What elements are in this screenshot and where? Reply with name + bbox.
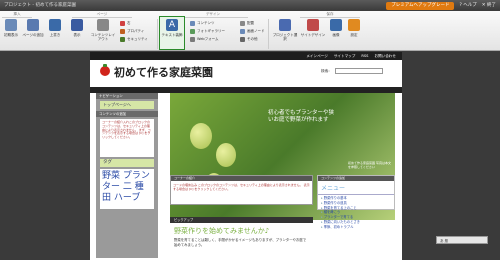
- image-icon: [330, 19, 342, 31]
- ribbon-toolbar: 挿入 ページ デザイン 保存 初期表示 ページの追加 上書き 表示 コンテンツレ…: [0, 11, 500, 51]
- corner-intro-body: コードの埋め込み このブロックのコンテンツは、セキュリティ上の理由により表示され…: [173, 183, 310, 191]
- group-label-page: ページ: [72, 12, 132, 18]
- sidebar-item-top[interactable]: トップページへ: [100, 101, 154, 109]
- webform-item[interactable]: Webフォーム: [190, 36, 219, 42]
- feature-title: 野菜作りを始めてみませんか♪: [174, 227, 270, 235]
- preview-icon: [5, 19, 17, 31]
- menu-title: メニュー: [318, 181, 394, 195]
- display-icon: [71, 19, 83, 31]
- project-select-button[interactable]: プロジェクト選択: [272, 19, 298, 41]
- group-label-insert: 挿入: [2, 12, 32, 18]
- save-icon: [49, 19, 61, 31]
- ime-toolbar[interactable]: あ 般: [436, 236, 488, 244]
- menu-box: コンテンツの追加 メニュー 野菜作りの基本 野菜作りの道具 野菜を育てる上のこと…: [317, 175, 395, 229]
- security-icon: [120, 36, 125, 42]
- overwrite-button[interactable]: 上書き: [46, 19, 64, 37]
- corner-intro-box: コーナーの紹介 コードの埋め込み このブロックのコンテンツは、セキュリティ上の理…: [170, 175, 313, 205]
- more-icon: [240, 36, 245, 42]
- sidebar-header: ナビゲーション: [96, 93, 158, 99]
- upgrade-button[interactable]: プレミアムへアップグレード: [386, 1, 455, 10]
- gallery-icon: [190, 28, 195, 34]
- image-button[interactable]: 画像: [328, 19, 344, 37]
- group-label-design: デザイン: [178, 12, 248, 18]
- help-button[interactable]: ? ヘルプ: [459, 0, 476, 11]
- site-header: 初めて作る家庭菜園 検索：: [90, 60, 402, 87]
- align-right-icon: [120, 20, 125, 26]
- ribbon-separator: [268, 19, 269, 49]
- topnav-contact[interactable]: お問い合わせ: [374, 54, 396, 59]
- window-title: プロジェクト - 初めて作る家庭菜園: [4, 3, 76, 8]
- more-item[interactable]: その他: [240, 36, 258, 42]
- menu-list: 野菜作りの基本 野菜作りの道具 野菜を育てる上のこと 種を蒔こう プランターで育…: [318, 195, 394, 231]
- add-page-icon: [27, 19, 39, 31]
- align-right-item[interactable]: 右: [120, 20, 131, 26]
- project-icon: [279, 19, 291, 31]
- settings-icon: [348, 19, 360, 31]
- site-design-button[interactable]: サイトデザイン: [300, 19, 326, 37]
- property-item[interactable]: プロパティ: [120, 28, 144, 34]
- ribbon-separator: [157, 19, 158, 49]
- window-titlebar: プロジェクト - 初めて作る家庭菜園 プレミアムへアップグレード ? ヘルプ ✕…: [0, 0, 500, 11]
- arrange-icon: [240, 20, 245, 26]
- menu-item[interactable]: 季節、初めトラブル: [321, 225, 391, 230]
- layout-button[interactable]: コンテンツレイアウト: [90, 19, 116, 41]
- node-icon: [240, 28, 245, 34]
- form-icon: [190, 36, 195, 42]
- preview-button[interactable]: 初期表示: [2, 19, 20, 37]
- tag-header: タグ: [100, 159, 154, 167]
- feature-text: 野菜を育てることは難しく、手間がかかるイメージもありますが、プランターやお庭で始…: [174, 238, 307, 247]
- arrange-item[interactable]: 配置: [240, 20, 254, 26]
- topnav-main[interactable]: メインページ: [306, 54, 328, 59]
- security-item[interactable]: セキュリティ: [120, 36, 148, 42]
- sidebar-header-content: コンテンツの追加: [96, 111, 158, 117]
- hero-caption: 初めて作る家庭菜園 写真は本文を参照してください: [348, 161, 391, 169]
- tomato-fruit: [190, 123, 212, 149]
- hero-text: 初心者でもプランターや狭いお庭で野菜が作れます: [268, 110, 335, 123]
- gallery-item[interactable]: フォトギャラリー: [190, 28, 225, 34]
- text-style-button[interactable]: A テキスト装飾: [159, 16, 185, 50]
- pickup-header: ピックアップ: [170, 217, 313, 223]
- content-icon: [190, 20, 195, 26]
- tomato-fruit: [216, 143, 236, 167]
- topnav-rss[interactable]: RSS: [361, 54, 368, 58]
- text-style-icon: A: [166, 19, 178, 31]
- settings-button[interactable]: 設定: [346, 19, 362, 37]
- node-item[interactable]: 画面ノード: [240, 28, 265, 34]
- layout-icon: [97, 19, 109, 31]
- topnav-sitemap[interactable]: サイトマップ: [334, 54, 356, 59]
- site-sidebar: ナビゲーション トップページへ コンテンツの追加 コーナーの紹介入れこのブロック…: [96, 93, 158, 258]
- group-label-save: 保存: [300, 12, 360, 18]
- property-icon: [120, 28, 125, 34]
- add-page-button[interactable]: ページの追加: [22, 19, 44, 37]
- search-input[interactable]: [335, 68, 383, 74]
- tomato-icon: [100, 64, 110, 76]
- site-preview: メインページ サイトマップ RSS お問い合わせ 初めて作る家庭菜園 検索： ナ…: [90, 52, 402, 260]
- ime-label: あ 般: [440, 239, 449, 243]
- sidebar-box: コーナーの紹介入れこのブロックのコンテンツは、セキュリティ上の理由により表示され…: [100, 119, 154, 157]
- site-title: 初めて作る家庭菜園: [114, 66, 213, 79]
- close-app-button[interactable]: ✕ 終了: [482, 0, 496, 11]
- tag-cloud[interactable]: 野菜 プランター 二 種 田 ハーブ: [100, 169, 154, 209]
- design-icon: [307, 19, 319, 31]
- search-label: 検索：: [321, 69, 332, 73]
- display-button[interactable]: 表示: [68, 19, 86, 37]
- site-topnav: メインページ サイトマップ RSS お問い合わせ: [90, 52, 402, 60]
- content-item[interactable]: コンテンツ: [190, 20, 215, 26]
